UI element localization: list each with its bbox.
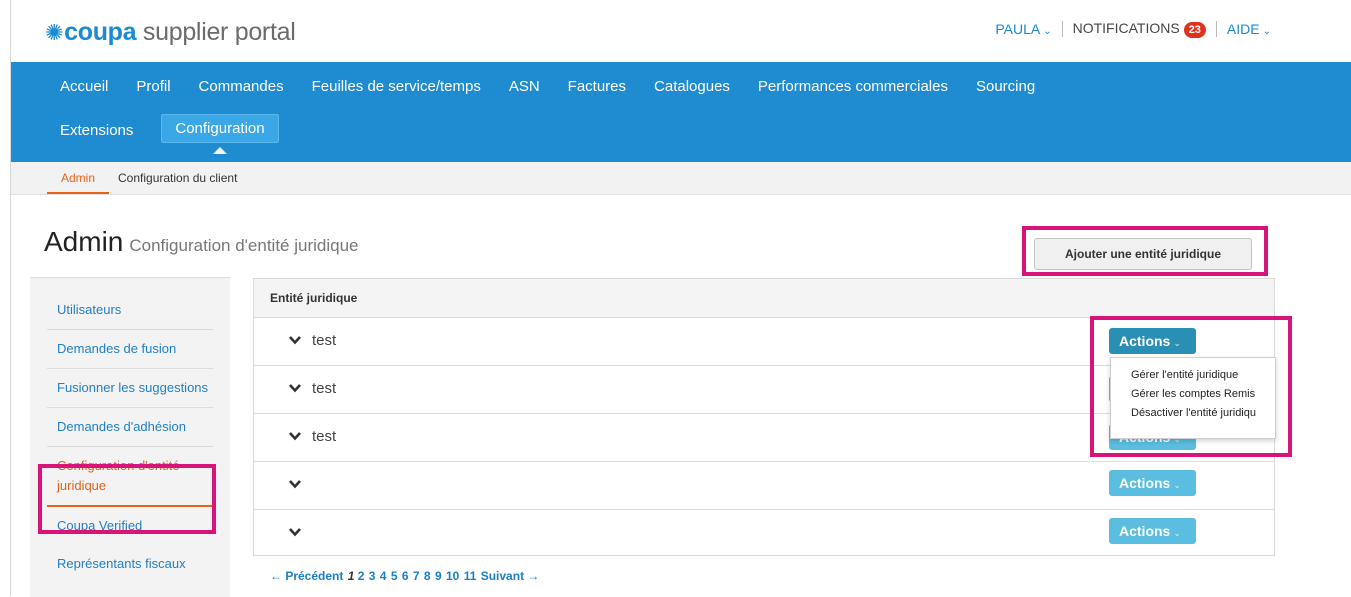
pagination-previous[interactable]: ← Précédent bbox=[270, 569, 343, 583]
sidebar-item-configuration-entite[interactable]: Configuration d'entité juridique bbox=[47, 447, 213, 507]
table-header: Entité juridique bbox=[254, 279, 1274, 318]
entity-name: test bbox=[312, 380, 337, 397]
chevron-down-icon[interactable] bbox=[288, 429, 302, 443]
nav-asn[interactable]: ASN bbox=[509, 76, 540, 97]
nav-factures[interactable]: Factures bbox=[568, 76, 626, 97]
top-bar: ✺coupa supplier portal PAULA ⌄ NOTIFICATI… bbox=[11, 0, 1351, 62]
main-navigation: Accueil Profil Commandes Feuilles de ser… bbox=[11, 62, 1351, 162]
column-header-entite: Entité juridique bbox=[270, 291, 358, 305]
table-row: Actions ⌄ bbox=[254, 510, 1274, 557]
notifications-label: NOTIFICATIONS bbox=[1072, 20, 1180, 36]
pagination-page[interactable]: 8 bbox=[424, 569, 431, 583]
subnav-admin[interactable]: Admin bbox=[47, 171, 110, 194]
notifications-badge: 23 bbox=[1183, 22, 1206, 38]
entity-name: test bbox=[312, 428, 337, 445]
pagination-page[interactable]: 3 bbox=[369, 569, 376, 583]
divider bbox=[1215, 21, 1217, 37]
pagination-page[interactable]: 7 bbox=[413, 569, 420, 583]
page-title-main: Admin bbox=[44, 226, 124, 257]
top-links: PAULA ⌄ NOTIFICATIONS 23 AIDE ⌄ bbox=[995, 20, 1271, 38]
subnav-client-config[interactable]: Configuration du client bbox=[118, 171, 237, 185]
user-name: PAULA bbox=[995, 21, 1041, 37]
chevron-down-icon[interactable] bbox=[288, 525, 302, 539]
nav-accueil[interactable]: Accueil bbox=[60, 76, 108, 97]
nav-row-secondary: Extensions Configuration bbox=[60, 114, 307, 154]
pagination-page[interactable]: 6 bbox=[402, 569, 409, 583]
actions-button[interactable]: Actions⌄ bbox=[1109, 518, 1196, 544]
sub-navigation: Admin Configuration du client bbox=[11, 162, 1351, 195]
sidebar-item-utilisateurs[interactable]: Utilisateurs bbox=[47, 278, 213, 330]
entity-name: test bbox=[312, 332, 337, 349]
nav-profil[interactable]: Profil bbox=[136, 76, 170, 97]
chevron-down-icon: ⌄ bbox=[1173, 528, 1181, 538]
sidebar: Utilisateurs Demandes de fusion Fusionne… bbox=[30, 277, 230, 597]
pagination-page[interactable]: 9 bbox=[435, 569, 442, 583]
notifications-link[interactable]: NOTIFICATIONS 23 bbox=[1073, 20, 1206, 38]
sidebar-item-fusionner-suggestions[interactable]: Fusionner les suggestions bbox=[47, 369, 213, 408]
chevron-down-icon: ⌄ bbox=[1262, 26, 1271, 37]
pagination-page[interactable]: 11 bbox=[464, 569, 477, 583]
active-underline bbox=[47, 192, 110, 194]
pagination-page[interactable]: 10 bbox=[446, 569, 459, 583]
redacted-name-area bbox=[306, 521, 559, 547]
nav-extensions[interactable]: Extensions bbox=[60, 120, 133, 143]
actions-label: Actions bbox=[1119, 333, 1171, 349]
pagination: ← Précédent 1 2 3 4 5 6 7 8 9 10 11 Suiv… bbox=[270, 569, 540, 583]
pagination-page[interactable]: 4 bbox=[380, 569, 387, 583]
coupa-logo[interactable]: ✺coupa supplier portal bbox=[45, 18, 296, 47]
divider bbox=[1061, 21, 1063, 37]
actions-dropdown-menu: Gérer l'entité juridique Gérer les compt… bbox=[1110, 357, 1276, 439]
chevron-down-icon[interactable] bbox=[288, 333, 302, 347]
actions-button[interactable]: Actions⌄ bbox=[1109, 328, 1196, 354]
nav-sourcing[interactable]: Sourcing bbox=[976, 76, 1035, 97]
menu-item-deactivate-entity[interactable]: Désactiver l'entité juridiqu bbox=[1111, 404, 1275, 423]
sidebar-item-demandes-de-fusion[interactable]: Demandes de fusion bbox=[47, 330, 213, 369]
chevron-down-icon: ⌄ bbox=[1043, 26, 1052, 37]
sidebar-item-demandes-adhesion[interactable]: Demandes d'adhésion bbox=[47, 408, 213, 447]
page-title: Admin Configuration d'entité juridique bbox=[44, 226, 359, 258]
logo-brand: coupa bbox=[64, 18, 137, 46]
actions-label: Actions bbox=[1119, 475, 1171, 491]
add-legal-entity-button[interactable]: Ajouter une entité juridique bbox=[1034, 238, 1252, 270]
actions-button[interactable]: Actions⌄ bbox=[1109, 470, 1196, 496]
nav-row-primary: Accueil Profil Commandes Feuilles de ser… bbox=[60, 76, 1063, 97]
menu-item-manage-remit-accounts[interactable]: Gérer les comptes Remis bbox=[1111, 385, 1275, 404]
coupa-burst-icon: ✺ bbox=[45, 20, 64, 45]
chevron-down-icon: ⌄ bbox=[1173, 338, 1181, 348]
menu-item-manage-entity[interactable]: Gérer l'entité juridique bbox=[1111, 366, 1275, 385]
pagination-next[interactable]: Suivant → bbox=[481, 569, 540, 583]
pagination-page[interactable]: 2 bbox=[358, 569, 365, 583]
pagination-current-page: 1 bbox=[347, 569, 355, 583]
logo-subtitle: supplier portal bbox=[142, 18, 296, 46]
nav-commandes[interactable]: Commandes bbox=[199, 76, 284, 97]
chevron-down-icon[interactable] bbox=[288, 477, 302, 491]
table-row: Actions ⌄ bbox=[254, 462, 1274, 510]
sidebar-item-representants-fiscaux[interactable]: Représentants fiscaux bbox=[47, 545, 213, 583]
chevron-down-icon: ⌄ bbox=[1173, 480, 1181, 490]
pagination-page[interactable]: 5 bbox=[391, 569, 398, 583]
help-menu[interactable]: AIDE ⌄ bbox=[1227, 21, 1271, 37]
nav-performances-commerciales[interactable]: Performances commerciales bbox=[758, 76, 948, 97]
sidebar-item-coupa-verified[interactable]: Coupa Verified bbox=[47, 507, 213, 545]
nav-catalogues[interactable]: Catalogues bbox=[654, 76, 730, 97]
page-subtitle: Configuration d'entité juridique bbox=[129, 236, 359, 255]
user-menu[interactable]: PAULA ⌄ bbox=[995, 21, 1051, 37]
help-label: AIDE bbox=[1226, 21, 1260, 37]
subnav-admin-label: Admin bbox=[61, 171, 96, 185]
actions-label: Actions bbox=[1119, 523, 1171, 539]
chevron-down-icon[interactable] bbox=[288, 381, 302, 395]
nav-feuilles-de-service[interactable]: Feuilles de service/temps bbox=[312, 76, 481, 97]
nav-configuration[interactable]: Configuration bbox=[161, 114, 279, 154]
